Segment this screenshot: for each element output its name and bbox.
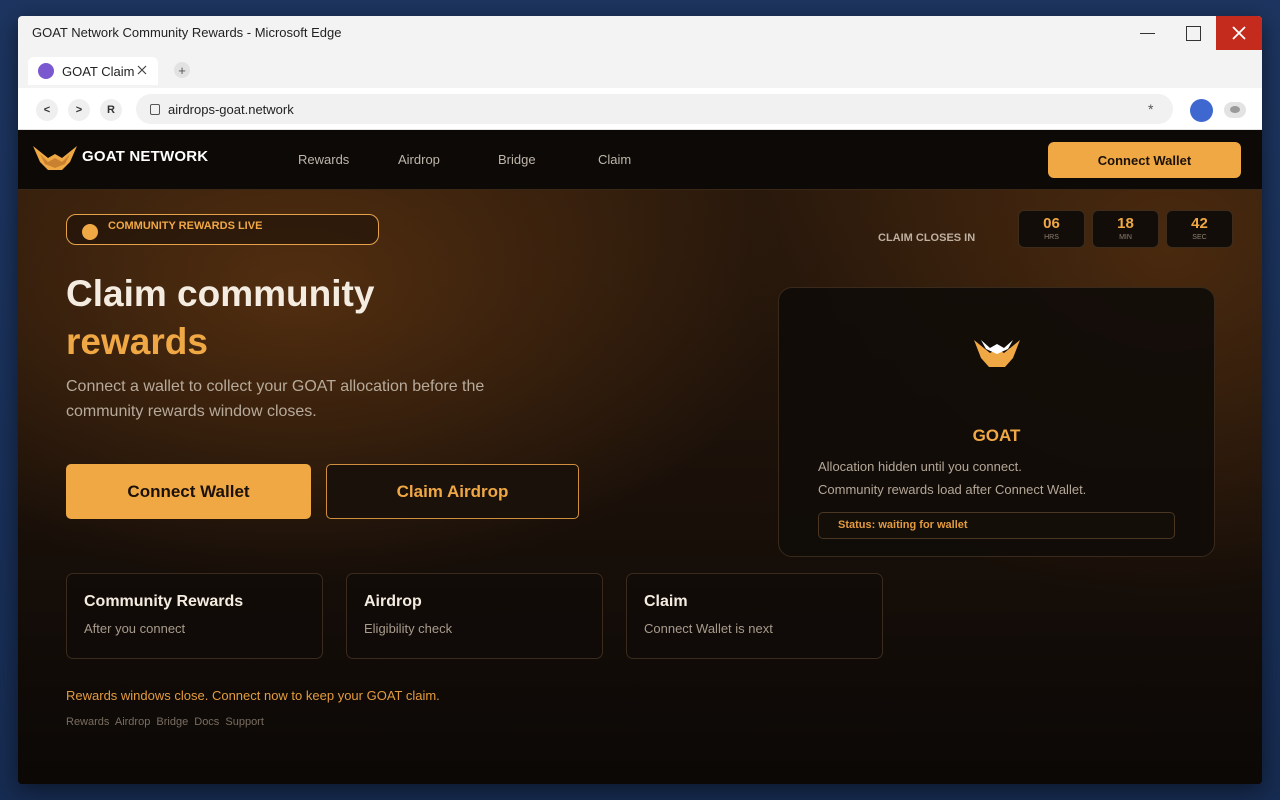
goat-card-logo-icon <box>974 340 1020 367</box>
hero-subtitle: Connect a wallet to collect your GOAT al… <box>66 378 485 420</box>
urgency-warning: Rewards windows close. Connect now to ke… <box>66 688 440 703</box>
favicon-icon <box>38 63 54 79</box>
feature-title: Airdrop <box>364 593 422 610</box>
card-allocation-note: Allocation hidden until you connect. <box>818 459 1022 474</box>
minimize-button[interactable] <box>1124 16 1170 50</box>
footer-link-airdrop[interactable]: Airdrop <box>115 716 150 728</box>
feature-title: Community Rewards <box>84 593 244 610</box>
live-status-badge: COMMUNITY REWARDS LIVE <box>66 214 379 245</box>
browser-window: GOAT Network Community Rewards - Microso… <box>18 16 1262 784</box>
extension-icon[interactable] <box>1224 102 1246 118</box>
minimize-icon <box>1139 32 1155 34</box>
wallet-status-badge: Status: waiting for wallet <box>818 512 1175 539</box>
profile-avatar[interactable] <box>1190 99 1213 122</box>
maximize-button[interactable] <box>1170 16 1216 50</box>
hero-title: Claim community rewards <box>66 270 374 366</box>
countdown-seconds-unit: SEC <box>1192 234 1207 241</box>
nav-link-bridge[interactable]: Bridge <box>498 152 536 167</box>
forward-button[interactable]: > <box>68 99 90 121</box>
footer-link-bridge[interactable]: Bridge <box>156 716 188 728</box>
countdown-minutes: 18 MIN <box>1092 210 1159 248</box>
footer-link-rewards[interactable]: Rewards <box>66 716 109 728</box>
countdown-hours-value: 06 <box>1043 215 1060 232</box>
footer-link-support[interactable]: Support <box>225 716 264 728</box>
header-connect-wallet-button[interactable]: Connect Wallet <box>1048 142 1241 178</box>
tab-label: GOAT Claim <box>62 63 135 79</box>
page-content: GOAT NETWORK Rewards Airdrop Bridge Clai… <box>18 130 1262 784</box>
connect-wallet-button[interactable]: Connect Wallet <box>66 464 311 519</box>
live-badge-label: COMMUNITY REWARDS LIVE <box>108 220 263 232</box>
hero-title-line1: Claim community <box>66 273 375 314</box>
plus-icon: + <box>178 62 186 78</box>
feature-subtitle: Eligibility check <box>364 621 453 636</box>
nav-link-rewards[interactable]: Rewards <box>298 152 349 167</box>
card-rewards-note: Community rewards load after Connect Wal… <box>818 482 1087 497</box>
back-button[interactable]: < <box>36 99 58 121</box>
title-bar: GOAT Network Community Rewards - Microso… <box>18 16 1262 50</box>
url-text[interactable]: airdrops-goat.network <box>168 102 294 117</box>
claim-airdrop-button[interactable]: Claim Airdrop <box>326 464 579 519</box>
countdown-hours-unit: HRS <box>1044 234 1059 241</box>
new-tab-button[interactable]: + <box>174 62 190 78</box>
close-button[interactable] <box>1216 16 1262 50</box>
feature-card-airdrop[interactable]: Airdrop Eligibility check <box>346 573 603 659</box>
page-info-icon[interactable] <box>150 104 160 115</box>
countdown-seconds-value: 42 <box>1191 215 1208 232</box>
feature-title: Claim <box>644 593 688 610</box>
live-dot-icon <box>82 224 98 240</box>
wallet-status-text: Status: waiting for wallet <box>838 519 968 531</box>
feature-subtitle: Connect Wallet is next <box>644 621 773 636</box>
countdown-hours: 06 HRS <box>1018 210 1085 248</box>
favorite-star-icon[interactable]: * <box>1148 101 1153 117</box>
maximize-icon <box>1185 25 1201 41</box>
tab-goat-claim[interactable]: GOAT Claim <box>28 57 158 85</box>
window-title: GOAT Network Community Rewards - Microso… <box>32 25 342 40</box>
countdown-minutes-unit: MIN <box>1119 234 1132 241</box>
nav-link-airdrop[interactable]: Airdrop <box>398 152 440 167</box>
goat-logo-icon[interactable] <box>32 142 78 172</box>
hero-title-line2: rewards <box>66 321 208 362</box>
tab-close-icon[interactable] <box>135 63 149 77</box>
countdown-minutes-value: 18 <box>1117 215 1134 232</box>
close-icon <box>1232 26 1246 40</box>
countdown-seconds: 42 SEC <box>1166 210 1233 248</box>
feature-card-claim[interactable]: Claim Connect Wallet is next <box>626 573 883 659</box>
countdown-label: CLAIM CLOSES IN <box>878 232 976 244</box>
feature-subtitle: After you connect <box>84 621 186 636</box>
tab-bar: GOAT Claim + <box>18 50 1262 88</box>
brand-name[interactable]: GOAT NETWORK <box>82 148 208 165</box>
card-title: GOAT <box>972 426 1021 445</box>
reload-button[interactable]: R <box>100 99 122 121</box>
footer-link-docs[interactable]: Docs <box>194 716 219 728</box>
site-header: GOAT NETWORK Rewards Airdrop Bridge Clai… <box>18 130 1262 190</box>
footer-links: Rewards Airdrop Bridge Docs Support <box>66 716 267 728</box>
address-bar[interactable]: airdrops-goat.network * <box>136 94 1173 124</box>
address-toolbar: < > R airdrops-goat.network * <box>18 88 1262 130</box>
allocation-card: GOAT Allocation hidden until you connect… <box>778 287 1215 557</box>
feature-card-community-rewards[interactable]: Community Rewards After you connect <box>66 573 323 659</box>
nav-link-claim[interactable]: Claim <box>598 152 631 167</box>
